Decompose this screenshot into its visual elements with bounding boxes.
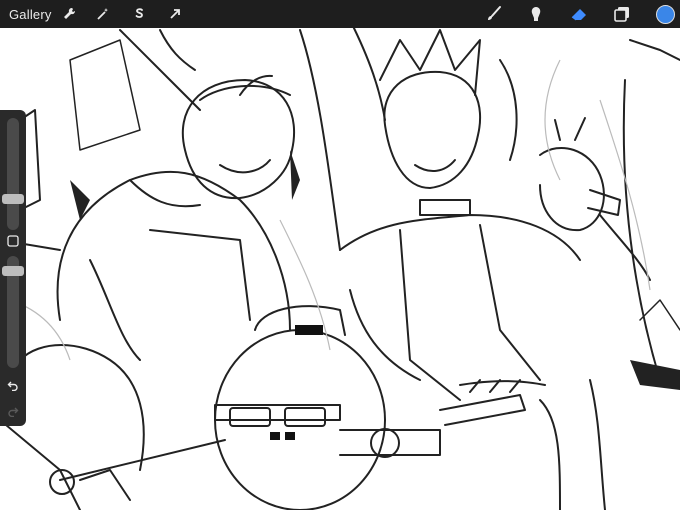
- opacity-slider[interactable]: [2, 256, 24, 368]
- opacity-slider-thumb[interactable]: [2, 266, 24, 276]
- redo-icon[interactable]: [4, 402, 22, 420]
- transform-arrow-icon[interactable]: [166, 0, 184, 28]
- brush-icon[interactable]: [484, 0, 504, 28]
- brush-size-slider[interactable]: [2, 118, 24, 230]
- wrench-icon[interactable]: [60, 0, 78, 28]
- color-icon[interactable]: [654, 0, 676, 28]
- smudge-icon[interactable]: [526, 0, 546, 28]
- brush-size-slider-thumb[interactable]: [2, 194, 24, 204]
- top-toolbar: Gallery: [0, 0, 680, 28]
- drawing-canvas[interactable]: [0, 0, 680, 510]
- selection-s-icon[interactable]: [130, 0, 148, 28]
- left-sidebar: [0, 110, 26, 426]
- layers-icon[interactable]: [612, 0, 632, 28]
- undo-icon[interactable]: [4, 376, 22, 394]
- current-color-swatch[interactable]: [655, 4, 675, 24]
- magic-wand-icon[interactable]: [94, 0, 112, 28]
- modify-square-icon[interactable]: [4, 232, 22, 250]
- gallery-button[interactable]: Gallery: [9, 0, 52, 28]
- eraser-icon[interactable]: [568, 0, 590, 28]
